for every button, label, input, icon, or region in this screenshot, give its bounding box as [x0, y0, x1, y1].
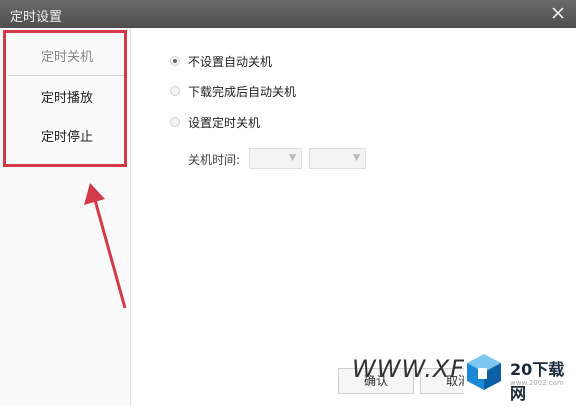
- option-shutdown-after-download-label: 下载完成后自动关机: [188, 84, 297, 99]
- radio-scheduled-shutdown[interactable]: [170, 117, 180, 127]
- close-icon[interactable]: [548, 3, 568, 23]
- title-bar: 定时设置: [0, 0, 576, 28]
- option-shutdown-after-download[interactable]: 下载完成后自动关机: [170, 82, 296, 100]
- sidebar-item-shutdown[interactable]: 定时关机: [8, 41, 126, 76]
- option-scheduled-shutdown[interactable]: 设置定时关机: [170, 113, 260, 131]
- hour-select[interactable]: ▼: [249, 148, 302, 169]
- option-no-shutdown-label: 不设置自动关机: [188, 54, 273, 69]
- watermark-badge: 20下载网 www.2002.com: [464, 351, 576, 406]
- window-title: 定时设置: [10, 10, 63, 25]
- option-no-shutdown[interactable]: 不设置自动关机: [170, 52, 272, 70]
- radio-no-shutdown[interactable]: [170, 56, 180, 66]
- radio-shutdown-after-download[interactable]: [170, 86, 180, 96]
- cube-logo-icon: [467, 354, 501, 390]
- sidebar-item-stop[interactable]: 定时停止: [8, 121, 126, 155]
- sidebar-item-play[interactable]: 定时播放: [8, 82, 126, 116]
- minute-select[interactable]: ▼: [309, 148, 366, 169]
- option-scheduled-shutdown-label: 设置定时关机: [188, 115, 261, 130]
- watermark-url: www.2002.com: [510, 379, 564, 387]
- shutdown-time-label: 关机时间:: [188, 153, 241, 167]
- chevron-down-icon: ▼: [353, 153, 360, 163]
- chevron-down-icon: ▼: [289, 153, 296, 163]
- sidebar: 定时关机 定时播放 定时停止: [0, 28, 131, 406]
